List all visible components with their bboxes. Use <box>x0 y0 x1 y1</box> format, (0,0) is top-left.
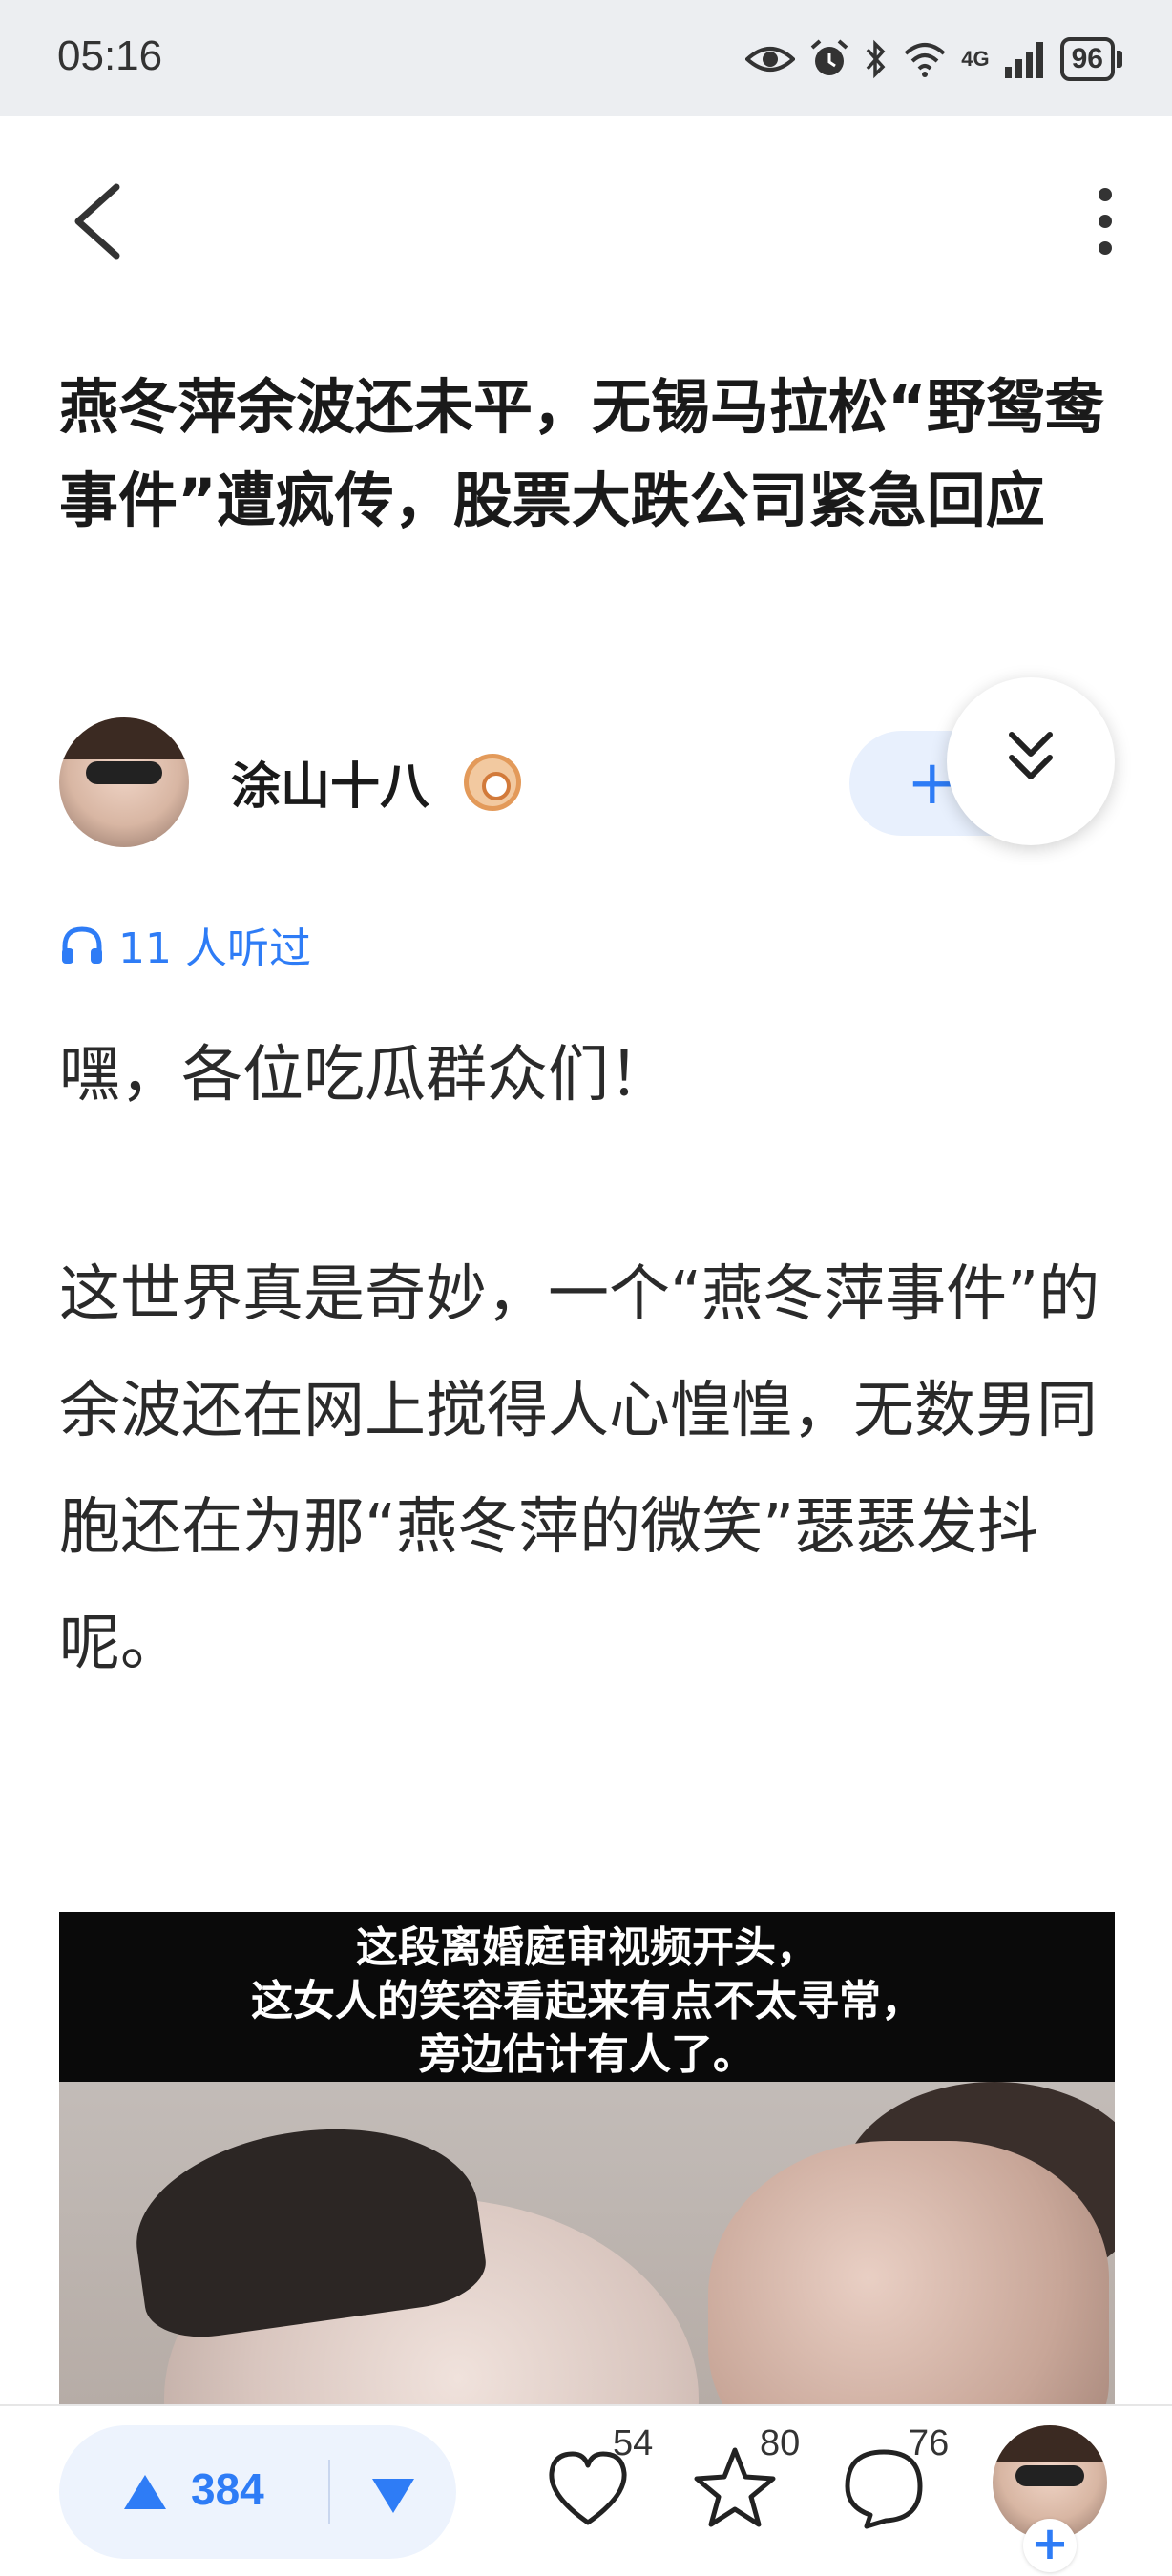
collapse-button[interactable] <box>947 677 1115 845</box>
status-bar: 05:16 4G 96 <box>0 0 1172 116</box>
avatar-hair <box>59 717 189 759</box>
caption-line-1: 这段离婚庭审视频开头， <box>356 1923 818 1972</box>
author-name[interactable]: 涂山十八 <box>231 746 429 818</box>
like-count: 54 <box>613 2423 654 2463</box>
vote-divider <box>328 2460 330 2524</box>
downvote-icon[interactable] <box>370 2477 416 2515</box>
upvote-icon[interactable] <box>122 2473 168 2511</box>
alarm-icon <box>810 39 848 75</box>
image-hand <box>708 2141 1109 2408</box>
article-title: 燕冬萍余波还未平，无锡马拉松“野鸳鸯事件”遭疯传，股票大跌公司紧急回应 <box>59 372 1104 535</box>
avatar-hair <box>993 2425 1107 2462</box>
comment-button[interactable]: 76 <box>838 2423 949 2547</box>
avatar-glasses <box>1015 2465 1084 2486</box>
bluetooth-icon <box>866 39 886 79</box>
listen-count: 11 人听过 <box>118 924 311 973</box>
avatar-glasses <box>86 761 162 784</box>
caption-line-3: 旁边估计有人了。 <box>419 2030 755 2079</box>
author-avatar[interactable] <box>59 717 189 847</box>
battery-indicator: 96 <box>1059 37 1123 81</box>
top-nav <box>0 116 1172 307</box>
vote-count: 384 <box>191 2464 264 2514</box>
headphones-icon <box>62 926 102 964</box>
status-icons: 4G 96 <box>745 34 1123 84</box>
article-image[interactable]: 这段离婚庭审视频开头， 这女人的笑容看起来有点不太寻常， 旁边估计有人了。 <box>59 1912 1115 2408</box>
eye-icon <box>745 47 796 72</box>
status-time: 05:16 <box>57 32 163 79</box>
bottom-action-bar: 384 54 80 76 + <box>0 2404 1172 2576</box>
vote-pill: 384 <box>59 2425 456 2559</box>
wifi-icon <box>904 43 946 77</box>
chevron-double-down-icon <box>1009 732 1053 779</box>
verified-badge-icon <box>464 754 521 811</box>
like-button[interactable]: 54 <box>542 2423 653 2547</box>
follow-plus-button[interactable]: + <box>1023 2519 1077 2572</box>
more-vertical-icon[interactable] <box>1077 174 1134 269</box>
listen-count-row[interactable]: 11 人听过 <box>59 916 311 973</box>
network-label: 4G <box>961 47 990 71</box>
caption-line-2: 这女人的笑容看起来有点不太寻常， <box>251 1977 923 2025</box>
image-caption: 这段离婚庭审视频开头， 这女人的笑容看起来有点不太寻常， 旁边估计有人了。 <box>59 1912 1115 2082</box>
paragraph-2: 这世界真是奇妙，一个“燕冬萍事件”的余波还在网上搅得人心惶惶，无数男同胞还在为那… <box>59 1259 1100 1679</box>
favorite-count: 80 <box>760 2423 801 2463</box>
comment-count: 76 <box>909 2423 950 2463</box>
paragraph-1: 嘿，各位吃瓜群众们！ <box>59 1040 670 1111</box>
signal-icon <box>1004 42 1043 78</box>
favorite-button[interactable]: 80 <box>689 2423 800 2547</box>
chevron-left-icon[interactable] <box>57 174 134 269</box>
author-row: 涂山十八 + <box>59 677 1119 853</box>
